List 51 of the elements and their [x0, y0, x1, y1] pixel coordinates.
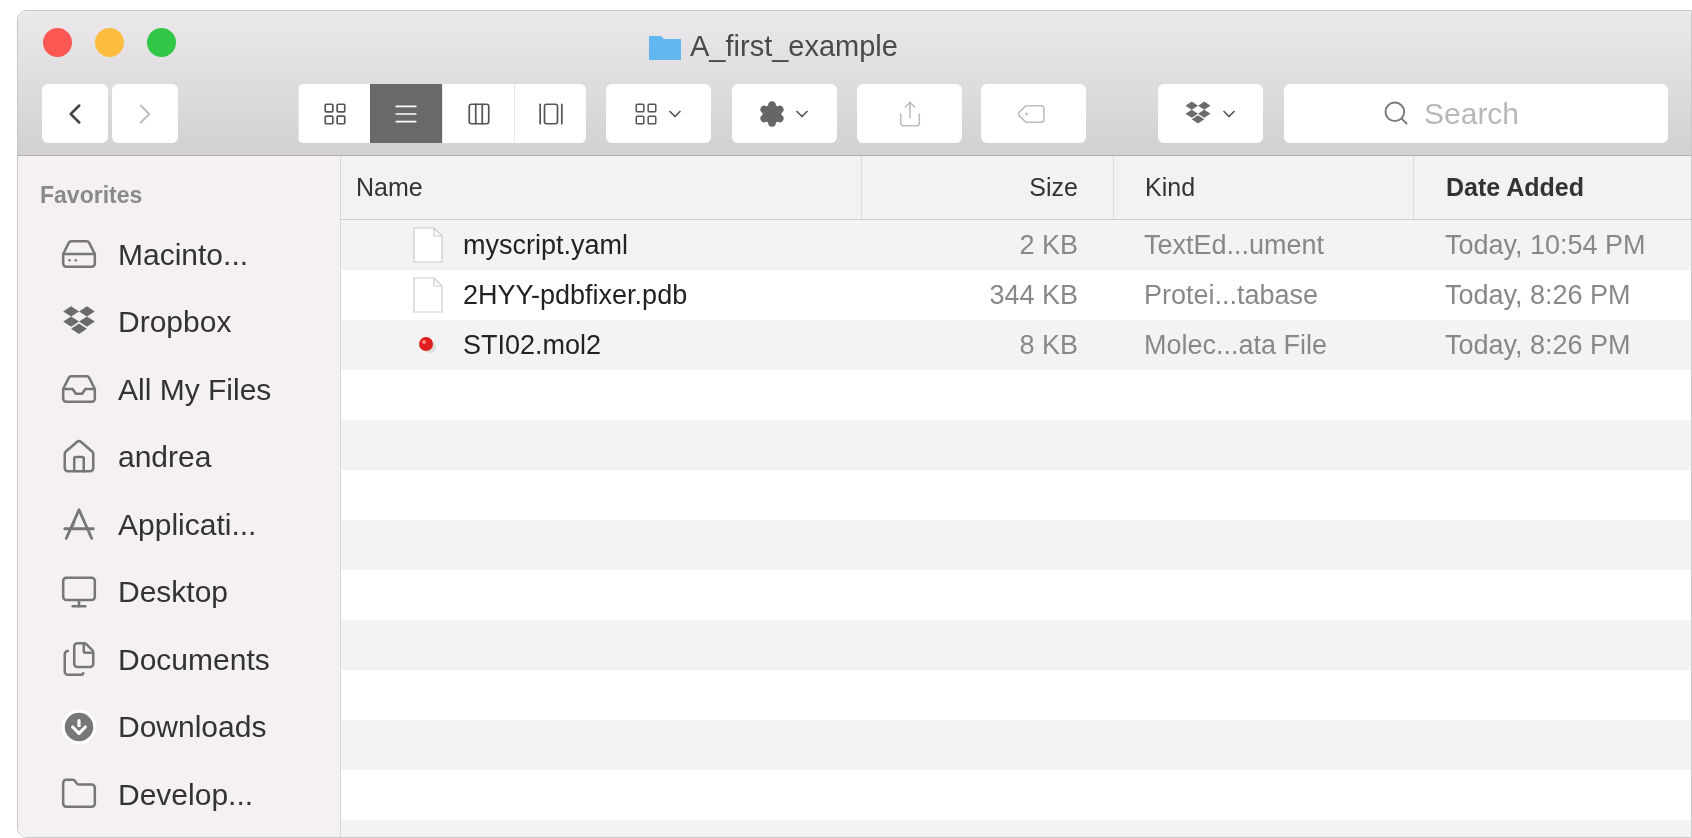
back-button[interactable]	[42, 84, 108, 143]
document-icon	[413, 277, 443, 313]
column-header[interactable]: Date Added	[1413, 156, 1691, 219]
file-name: myscript.yaml	[463, 228, 628, 262]
file-row[interactable]: myscript.yaml 2 KB TextEd...ument Today, 10:54 PM	[341, 220, 1691, 270]
sidebar-item[interactable]: andrea	[18, 423, 340, 491]
minimize-button[interactable]	[95, 27, 124, 57]
file-name: STI02.mol2	[463, 328, 602, 362]
close-button[interactable]	[43, 27, 72, 57]
column-header[interactable]: Size	[861, 156, 1113, 219]
window-title: A_first_example	[690, 29, 898, 64]
view-button[interactable]	[514, 84, 586, 143]
document-icon	[413, 227, 443, 263]
zoom-button[interactable]	[147, 27, 176, 57]
file-date: Today, 8:26 PM	[1445, 278, 1631, 312]
documents-icon	[60, 640, 98, 679]
grid-icon	[321, 100, 348, 127]
file-name: 2HYY-pdbfixer.pdb	[463, 278, 688, 312]
download-icon	[60, 707, 98, 746]
file-kind: Molec...ata File	[1144, 328, 1328, 362]
sidebar-item[interactable]: Develop...	[18, 760, 340, 828]
file-kind: Protei...tabase	[1144, 278, 1319, 312]
search-icon	[1382, 99, 1410, 127]
sidebar-heading: Favorites	[40, 181, 143, 210]
tag-button[interactable]	[981, 84, 1086, 143]
arrange-button[interactable]	[606, 84, 711, 143]
action-button[interactable]	[732, 84, 837, 143]
file-size: 2 KB	[1019, 228, 1078, 262]
sidebar-item[interactable]: Downloads	[18, 693, 340, 761]
file-size: 344 KB	[989, 278, 1078, 312]
file-row[interactable]: STI02.mol2 8 KB Molec...ata File Today, 8:26 PM	[341, 320, 1691, 370]
columns-icon	[465, 100, 492, 127]
column-header[interactable]: Kind	[1113, 156, 1413, 219]
sidebar-item[interactable]: Dropbox	[18, 288, 340, 356]
sidebar-item[interactable]: Documents	[18, 625, 340, 693]
search-field[interactable]: Search	[1284, 84, 1668, 143]
file-kind: TextEd...ument	[1144, 228, 1325, 262]
sidebar-item[interactable]: Applicati...	[18, 490, 340, 558]
column-header[interactable]: Name	[341, 156, 861, 219]
share-button[interactable]	[857, 84, 962, 143]
arrange-icon	[632, 100, 659, 127]
settings-icon	[757, 99, 786, 128]
dropbox-button[interactable]	[1158, 84, 1263, 143]
file-date: Today, 8:26 PM	[1445, 328, 1631, 362]
sidebar-item[interactable]: Desktop	[18, 558, 340, 626]
sidebar-item[interactable]: All My Files	[18, 355, 340, 423]
file-date: Today, 10:54 PM	[1445, 228, 1646, 262]
sidebar-item[interactable]: Macinto...	[18, 220, 340, 288]
file-size: 8 KB	[1019, 328, 1078, 362]
gallery-icon	[537, 100, 564, 127]
home-icon	[60, 437, 98, 476]
